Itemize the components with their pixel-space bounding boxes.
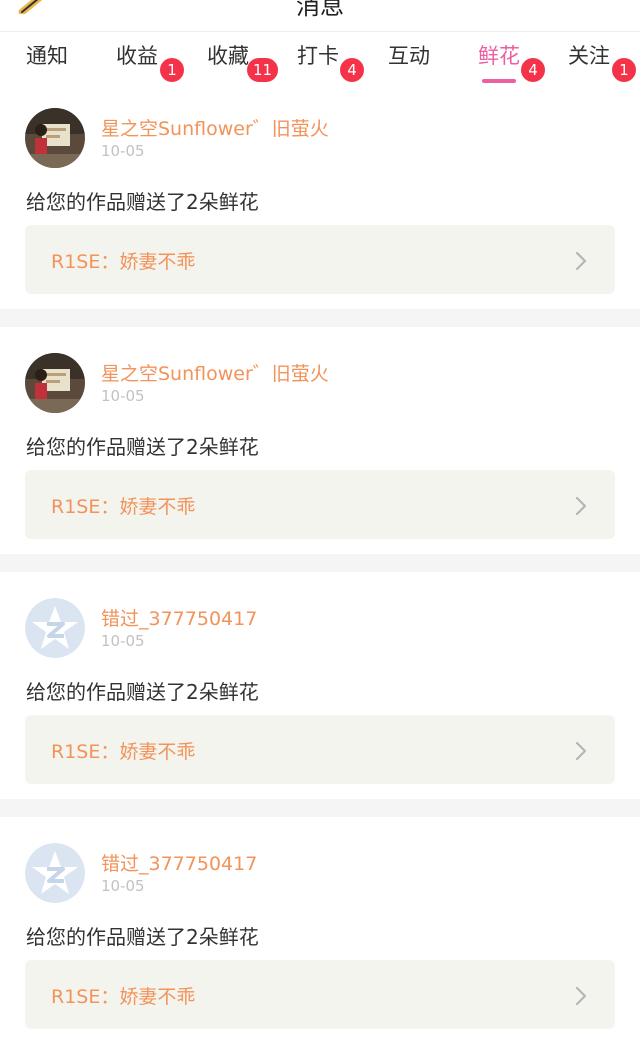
tab-badge-income: 1 bbox=[160, 58, 184, 82]
user-avatar[interactable] bbox=[25, 108, 85, 168]
message-text: 给您的作品赠送了2朵鲜花 bbox=[26, 435, 259, 459]
work-title: R1SE：娇妻不乖 bbox=[51, 986, 196, 1008]
work-link[interactable]: R1SE：娇妻不乖 bbox=[25, 960, 615, 1029]
message-text: 给您的作品赠送了2朵鲜花 bbox=[26, 680, 259, 704]
photo-avatar-icon bbox=[25, 108, 85, 168]
chevron-right-icon bbox=[575, 496, 587, 516]
sender-name[interactable]: 错过_377750417 bbox=[101, 604, 257, 631]
flower-message-card: 错过_377750417 10-05 给您的作品赠送了2朵鲜花 R1SE：娇妻不… bbox=[0, 817, 640, 1044]
page-title: 消息 bbox=[296, 0, 344, 20]
user-avatar[interactable] bbox=[25, 598, 85, 658]
work-link[interactable]: R1SE：娇妻不乖 bbox=[25, 225, 615, 294]
card-divider bbox=[0, 309, 640, 327]
tab-flowers[interactable]: 鲜花 bbox=[478, 40, 520, 83]
message-text: 给您的作品赠送了2朵鲜花 bbox=[26, 925, 259, 949]
tab-label: 通知 bbox=[26, 44, 68, 68]
qq-default-avatar-icon bbox=[25, 598, 85, 658]
tab-badge-follow: 1 bbox=[612, 58, 636, 82]
tab-favorites[interactable]: 收藏 bbox=[207, 40, 249, 70]
flower-message-card: 星之空Sunflower゛旧萤火 10-05 给您的作品赠送了2朵鲜花 R1SE… bbox=[0, 327, 640, 554]
sender-name[interactable]: 星之空Sunflower゛旧萤火 bbox=[101, 359, 329, 386]
tab-badge-favorites: 11 bbox=[247, 58, 279, 82]
active-tab-indicator bbox=[482, 79, 516, 83]
flower-message-card: 星之空Sunflower゛旧萤火 10-05 给您的作品赠送了2朵鲜花 R1SE… bbox=[0, 90, 640, 317]
sender-name[interactable]: 星之空Sunflower゛旧萤火 bbox=[101, 114, 329, 141]
user-avatar[interactable] bbox=[25, 353, 85, 413]
message-text: 给您的作品赠送了2朵鲜花 bbox=[26, 190, 259, 214]
tab-follow[interactable]: 关注 bbox=[568, 40, 610, 70]
work-link[interactable]: R1SE：娇妻不乖 bbox=[25, 715, 615, 784]
tab-checkin[interactable]: 打卡 bbox=[297, 40, 339, 70]
message-date: 10-05 bbox=[101, 877, 145, 895]
chevron-right-icon bbox=[575, 741, 587, 761]
card-divider bbox=[0, 554, 640, 572]
work-title: R1SE：娇妻不乖 bbox=[51, 741, 196, 763]
chevron-right-icon bbox=[575, 986, 587, 1006]
tab-label: 关注 bbox=[568, 44, 610, 68]
user-avatar[interactable] bbox=[25, 843, 85, 903]
sender-name[interactable]: 错过_377750417 bbox=[101, 849, 257, 876]
card-divider bbox=[0, 799, 640, 817]
tab-income[interactable]: 收益 bbox=[116, 40, 158, 70]
tab-interaction[interactable]: 互动 bbox=[388, 40, 430, 70]
tab-badge-flowers: 4 bbox=[521, 58, 545, 82]
tab-badge-checkin: 4 bbox=[340, 58, 364, 82]
photo-avatar-icon bbox=[25, 353, 85, 413]
nav-bar: 消息 bbox=[0, 0, 640, 32]
message-date: 10-05 bbox=[101, 142, 145, 160]
flower-message-card: 错过_377750417 10-05 给您的作品赠送了2朵鲜花 R1SE：娇妻不… bbox=[0, 572, 640, 799]
message-tabs: 通知 收益 1 收藏 11 打卡 4 互动 鲜花 4 关注 1 bbox=[0, 32, 640, 83]
qq-default-avatar-icon bbox=[25, 843, 85, 903]
tab-label: 鲜花 bbox=[478, 44, 520, 68]
tab-label: 打卡 bbox=[297, 44, 339, 68]
tab-notice[interactable]: 通知 bbox=[26, 40, 68, 70]
work-title: R1SE：娇妻不乖 bbox=[51, 251, 196, 273]
tab-label: 收藏 bbox=[207, 44, 249, 68]
message-date: 10-05 bbox=[101, 387, 145, 405]
chevron-right-icon bbox=[575, 251, 587, 271]
tab-label: 收益 bbox=[116, 44, 158, 68]
work-link[interactable]: R1SE：娇妻不乖 bbox=[25, 470, 615, 539]
tab-label: 互动 bbox=[388, 44, 430, 68]
work-title: R1SE：娇妻不乖 bbox=[51, 496, 196, 518]
message-date: 10-05 bbox=[101, 632, 145, 650]
